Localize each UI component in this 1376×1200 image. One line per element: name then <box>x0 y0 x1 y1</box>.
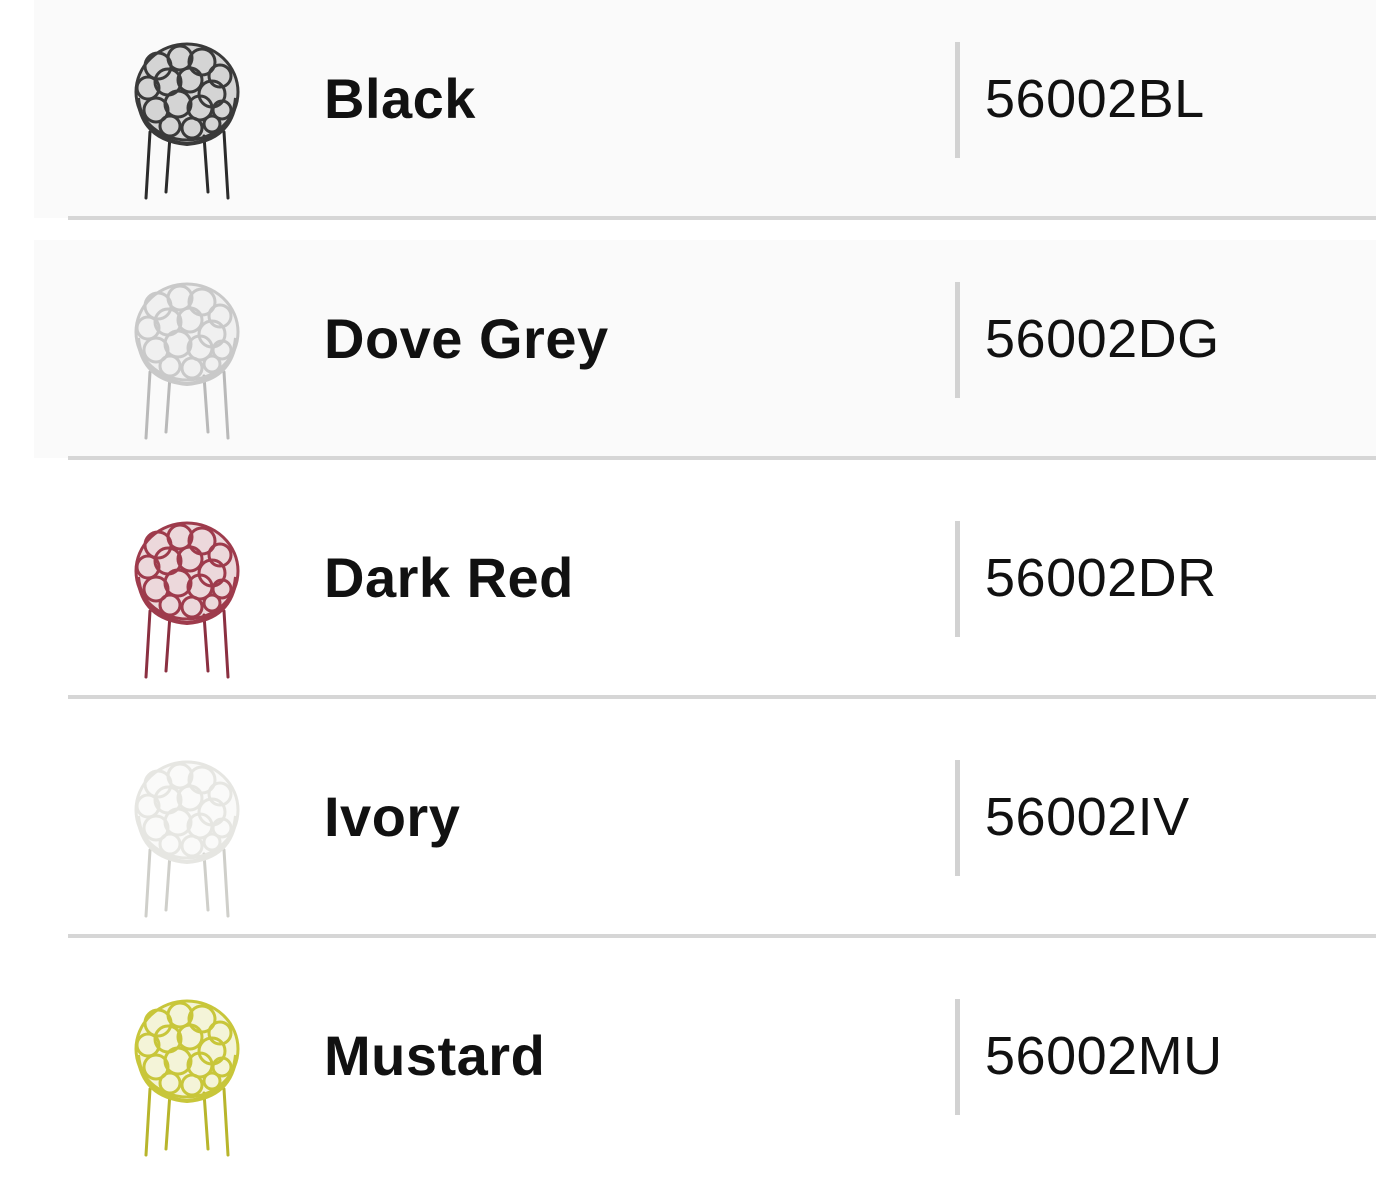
chair-icon <box>128 276 246 442</box>
variant-name: Ivory <box>324 785 461 848</box>
chair-icon <box>128 36 246 202</box>
variant-name: Dove Grey <box>324 307 609 370</box>
row-divider <box>68 456 1376 460</box>
variant-row[interactable]: Dark Red 56002DR <box>0 479 1376 699</box>
row-divider <box>68 216 1376 220</box>
variant-row[interactable]: Black 56002BL <box>0 0 1376 220</box>
row-divider <box>68 695 1376 699</box>
column-divider <box>955 282 960 398</box>
chair-icon <box>128 515 246 681</box>
column-divider <box>955 999 960 1115</box>
column-divider <box>955 760 960 876</box>
variant-row[interactable]: Ivory 56002IV <box>0 718 1376 938</box>
variant-code: 56002DR <box>985 548 1217 608</box>
variant-code: 56002BL <box>985 69 1205 129</box>
chair-icon <box>128 754 246 920</box>
variant-row[interactable]: Mustard 56002MU <box>0 957 1376 1175</box>
variant-code: 56002IV <box>985 787 1190 847</box>
variant-code: 56002MU <box>985 1026 1223 1086</box>
variant-name: Mustard <box>324 1024 546 1087</box>
column-divider <box>955 521 960 637</box>
chair-icon <box>128 993 246 1159</box>
row-divider <box>68 934 1376 938</box>
variant-code: 56002DG <box>985 309 1220 369</box>
column-divider <box>955 42 960 158</box>
variant-row[interactable]: Dove Grey 56002DG <box>0 240 1376 460</box>
variant-list: Black 56002BL Dove Grey 56002DG Dark Red… <box>0 0 1376 1200</box>
variant-name: Dark Red <box>324 546 574 609</box>
variant-name: Black <box>324 67 476 130</box>
